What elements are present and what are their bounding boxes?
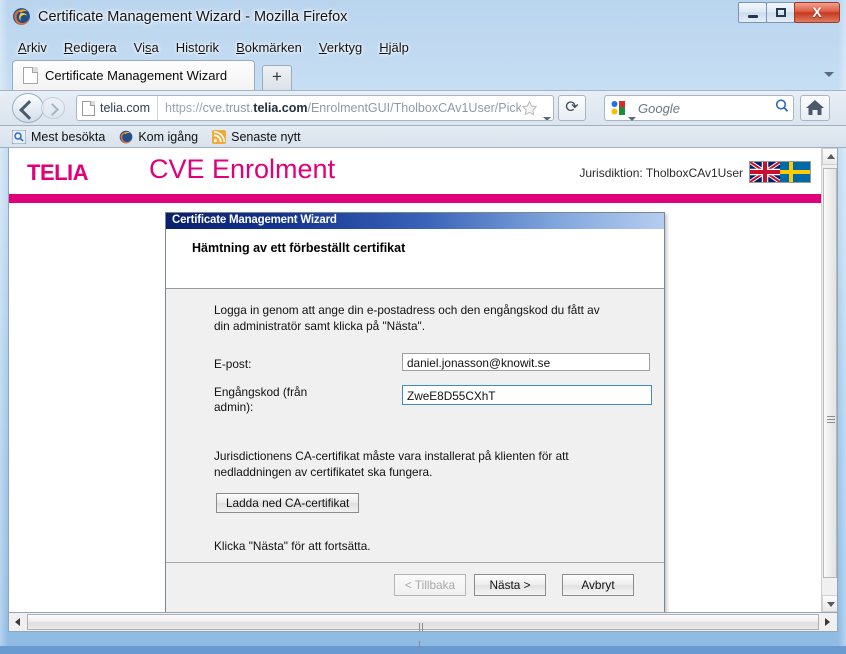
identity-box[interactable]: telia.com [77,96,159,120]
download-ca-certificate-button[interactable]: Ladda ned CA-certifikat [216,493,360,513]
wizard-body: Logga in genom att ange din e-postadress… [166,289,664,562]
telia-logo: TELIA [27,160,89,185]
otp-field[interactable]: ZweE8D55CXhT [402,385,652,405]
ca-note-text: Jurisdictionens CA-certifikat måste vara… [214,449,569,479]
wizard-back-button[interactable]: < Tillbaka [394,574,466,596]
chevron-down-icon[interactable] [824,72,834,77]
search-bar[interactable]: Google [604,95,794,121]
wizard-subtitle: Hämtning av ett förbeställt certifikat [192,241,406,255]
scroll-up-button[interactable] [822,148,837,165]
page-title: CVE Enrolment [149,154,336,184]
tab-label: Certificate Management Wizard [45,68,228,83]
email-label: E-post: [214,357,252,371]
url-prefix: cve.trust. [202,101,254,115]
home-button[interactable] [800,95,830,121]
window-controls: X [738,2,840,25]
wizard-header: Certificate Management Wizard Hämtning a… [166,213,664,289]
horizontal-scroll-thumb[interactable] [27,614,819,649]
most-visited-icon [11,129,27,144]
blank-page-icon [23,67,38,84]
page-horizontal-scrollbar[interactable] [8,612,838,649]
page-viewport: TELIA CVE Enrolment Jurisdiktion: Tholbo… [8,148,838,612]
continue-note-text: Klicka "Nästa" för att fortsätta. [214,539,371,553]
new-tab-button[interactable]: + [262,65,292,90]
minimize-button[interactable] [738,2,767,23]
menu-item-verktyg[interactable]: Verktyg [311,39,371,56]
scroll-left-button[interactable] [9,613,26,631]
rss-icon [212,129,227,144]
window-title: Certificate Management Wizard - Mozilla … [38,9,348,25]
otp-label: Engångskod (från admin): [214,385,308,415]
page-identity-icon [82,100,95,116]
tab-certificate-management-wizard[interactable]: Certificate Management Wizard [12,60,255,90]
page-vertical-scrollbar[interactable] [821,148,837,612]
bookmark-mest-besökta[interactable]: Mest besökta [11,129,106,144]
firefox-icon [119,130,133,144]
certificate-wizard-panel: Certificate Management Wizard Hämtning a… [165,212,665,612]
scroll-thumb-grip [827,416,835,423]
menu-item-arkiv[interactable]: Arkiv [10,39,56,56]
url-domain: telia.com [253,101,308,115]
url-text[interactable]: https://cve.trust.telia.com/EnrolmentGUI… [158,101,521,115]
wizard-title: Certificate Management Wizard [172,214,337,226]
scroll-right-button[interactable] [820,613,837,631]
bookmark-label: Mest besökta [31,129,106,144]
bookmark-star-icon[interactable] [521,100,538,117]
page-header: TELIA CVE Enrolment Jurisdiktion: Tholbo… [9,148,821,194]
forward-button[interactable] [41,97,65,119]
bookmark-kom-igång[interactable]: Kom igång [119,130,198,144]
wizard-next-button[interactable]: Nästa > [474,574,546,596]
back-button[interactable] [12,93,44,123]
firefox-icon [12,7,31,26]
bookmarks-toolbar: Mest besökta Kom igång Senaste nytt [0,126,846,148]
wizard-titlebar: Certificate Management Wizard [166,213,664,229]
jurisdiction-label: Jurisdiktion: TholboxCAv1User [579,166,743,180]
close-button[interactable]: X [794,2,840,23]
tab-strip: Certificate Management Wizard + [0,58,846,90]
menu-item-bokmärken[interactable]: Bokmärken [228,39,311,56]
sweden-flag [780,162,810,182]
bookmark-senaste-nytt[interactable]: Senaste nytt [212,129,301,144]
bookmark-label: Kom igång [138,129,199,144]
menu-bar: Arkiv Redigera Visa Historik Bokmärken Verkty… [0,36,846,58]
menu-item-redigera[interactable]: Redigera [56,39,126,56]
url-protocol: https:// [165,101,203,115]
reload-button[interactable]: ⟳ [558,95,586,121]
search-icon[interactable] [773,97,793,120]
bookmark-label: Senaste nytt [231,129,301,144]
home-icon [806,100,824,115]
scroll-thumb-grip-h [419,618,427,649]
window-bottom-edge [0,632,846,646]
vertical-scroll-thumb[interactable] [823,168,837,578]
email-field[interactable]: daniel.jonasson@knowit.se [402,353,650,371]
url-bar[interactable]: telia.com https://cve.trust.telia.com/En… [76,95,554,121]
identity-host: telia.com [100,101,151,115]
maximize-button[interactable] [766,2,795,23]
web-page: TELIA CVE Enrolment Jurisdiktion: Tholbo… [9,148,821,612]
window-titlebar[interactable]: Certificate Management Wizard - Mozilla … [0,0,846,36]
uk-flag [750,162,780,182]
menu-item-visa[interactable]: Visa [126,39,168,56]
menu-item-historik[interactable]: Historik [168,39,228,56]
google-icon [610,100,626,116]
brand-accent-rule [9,194,821,203]
search-input[interactable]: Google [638,101,773,116]
language-flags[interactable] [749,161,811,183]
intro-text: Logga in genom att ange din e-postadress… [214,303,600,333]
navigation-toolbar: telia.com https://cve.trust.telia.com/En… [0,90,846,126]
scroll-down-button[interactable] [822,595,837,612]
menu-item-hjälp[interactable]: Hjälp [371,39,418,56]
close-icon: X [812,4,822,20]
url-path: /EnrolmentGUI/TholboxCAv1User/Pickup [307,101,521,115]
firefox-window: Certificate Management Wizard - Mozilla … [0,0,846,649]
wizard-cancel-button[interactable]: Avbryt [562,574,634,596]
wizard-footer: < Tillbaka Nästa > Avbryt [166,562,664,612]
